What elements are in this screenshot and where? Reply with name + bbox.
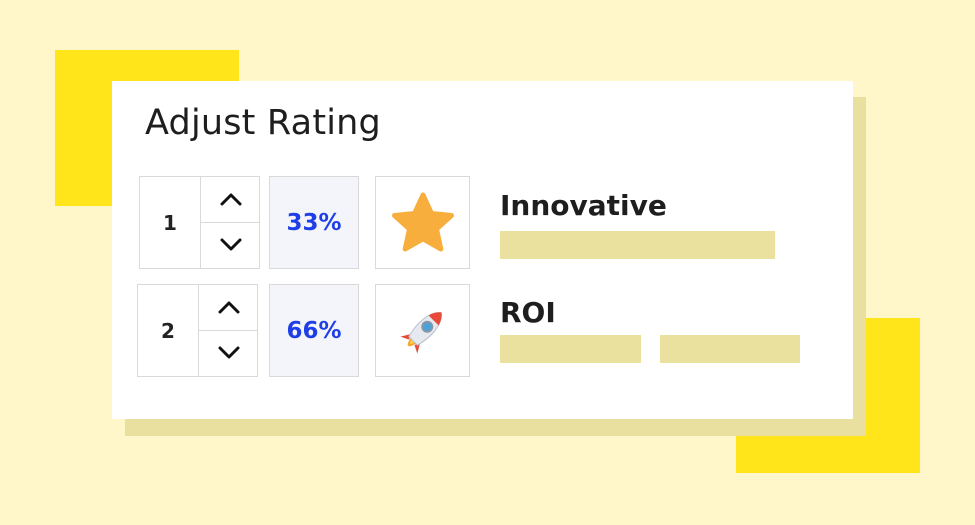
rank-number: 1 bbox=[163, 210, 177, 235]
rank-stepper-2: 2 bbox=[137, 284, 258, 377]
stage: Adjust Rating 1 33% Innovative 2 66% ROI bbox=[0, 0, 975, 525]
chevron-down-icon bbox=[218, 346, 239, 359]
decrease-rank-button[interactable] bbox=[201, 223, 260, 269]
item-icon-box bbox=[375, 176, 470, 269]
star-icon bbox=[391, 192, 454, 251]
item-label: ROI bbox=[500, 296, 556, 329]
rocket-icon bbox=[399, 311, 442, 354]
rating-card: Adjust Rating 1 33% Innovative 2 66% ROI bbox=[112, 81, 853, 419]
chevron-up-icon bbox=[218, 301, 239, 314]
increase-rank-button[interactable] bbox=[199, 285, 258, 331]
placeholder-bar bbox=[660, 335, 800, 363]
card-title: Adjust Rating bbox=[145, 103, 381, 143]
item-icon-box bbox=[375, 284, 470, 377]
item-label: Innovative bbox=[500, 189, 667, 222]
chevron-down-icon bbox=[220, 238, 241, 251]
stepper-controls bbox=[198, 285, 258, 376]
rank-stepper-1: 1 bbox=[139, 176, 260, 269]
decrease-rank-button[interactable] bbox=[199, 331, 258, 377]
increase-rank-button[interactable] bbox=[201, 177, 260, 223]
percent-badge: 33% bbox=[269, 176, 359, 269]
percent-badge: 66% bbox=[269, 284, 359, 377]
placeholder-bar bbox=[500, 231, 775, 259]
stepper-controls bbox=[200, 177, 260, 268]
rank-number: 2 bbox=[161, 318, 175, 343]
chevron-up-icon bbox=[220, 193, 241, 206]
placeholder-bar bbox=[500, 335, 641, 363]
